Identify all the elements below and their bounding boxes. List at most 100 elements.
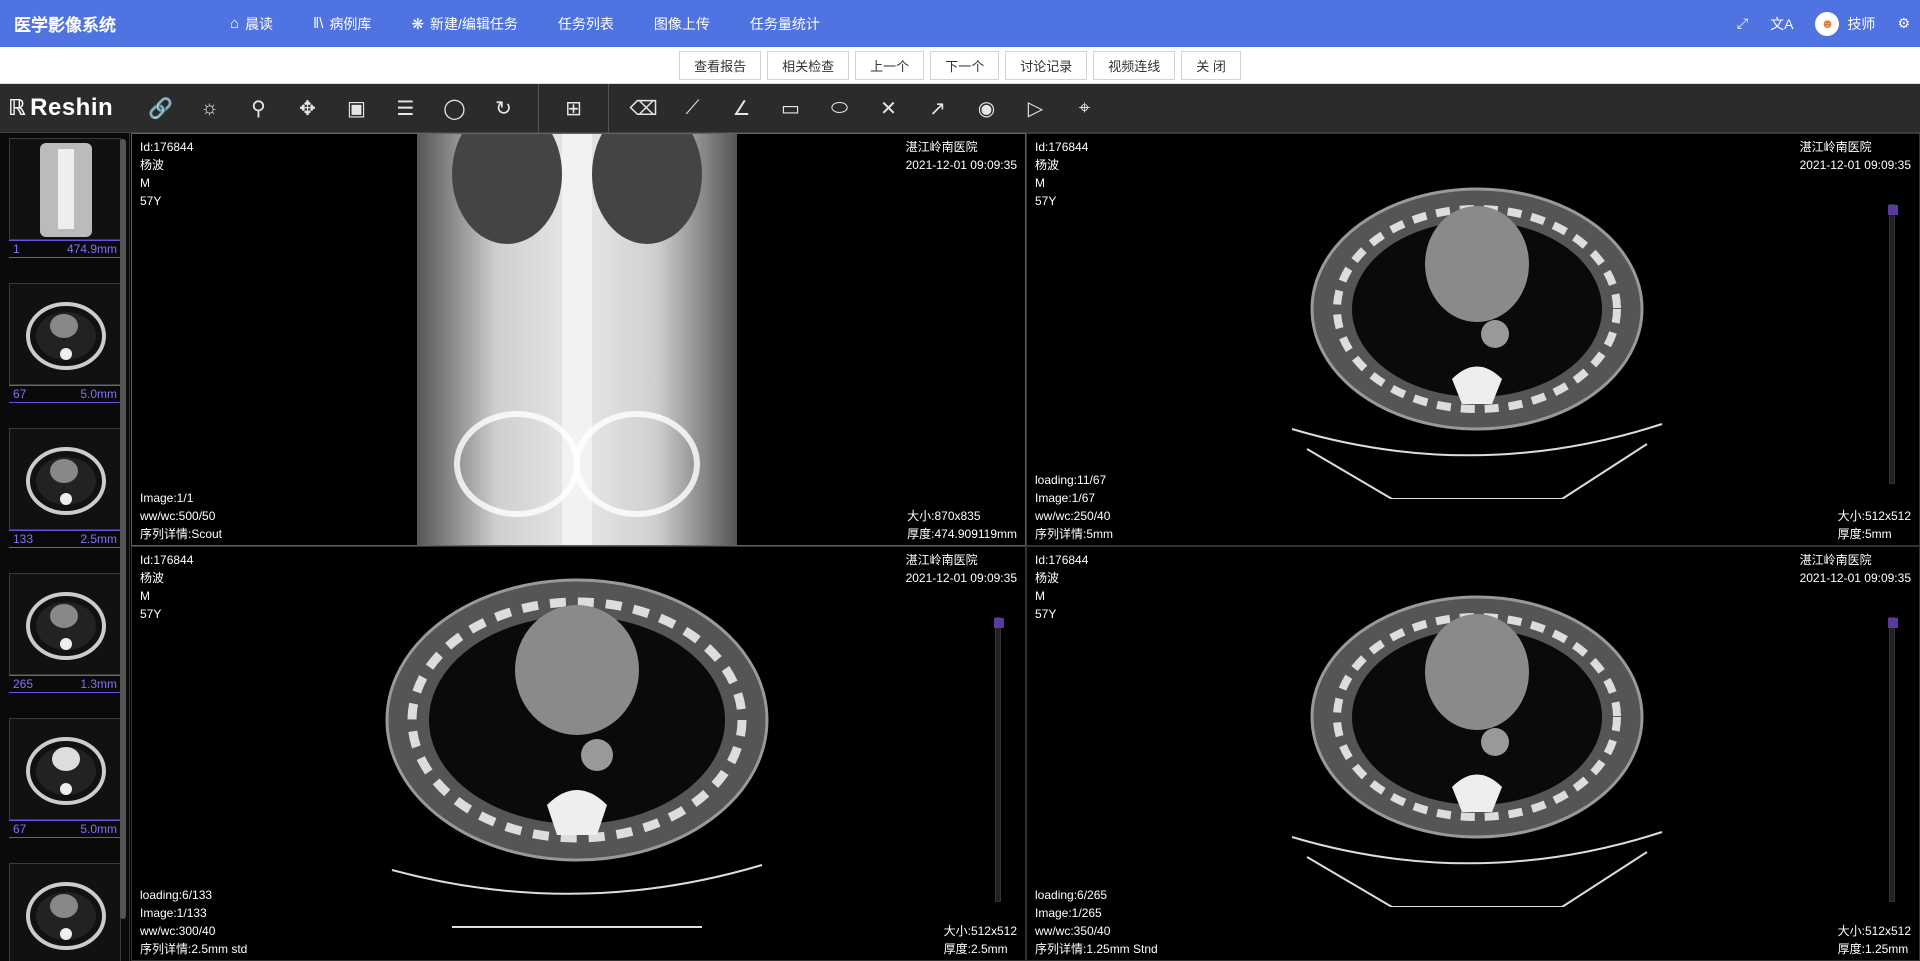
slice-thickness: 厚度:5mm: [1837, 527, 1892, 541]
thumbnail-count: 67: [13, 822, 27, 836]
overlay-bottom-right: 大小:870x835 厚度:474.909119mm: [907, 507, 1017, 543]
thumbnail-image: [9, 573, 121, 675]
slice-slider[interactable]: [994, 617, 1004, 902]
slice-slider[interactable]: [1888, 204, 1898, 484]
nav-item-case-library[interactable]: ‖\ 病例库: [293, 0, 391, 47]
pan-icon[interactable]: ✥: [283, 84, 332, 133]
crosshair-icon[interactable]: ⌖: [1060, 84, 1109, 133]
eraser-icon[interactable]: ⌫: [619, 84, 668, 133]
line-icon[interactable]: ⟋: [668, 84, 717, 133]
image-icon[interactable]: ▣: [332, 84, 381, 133]
settings-icon[interactable]: ⚙: [1897, 15, 1910, 32]
toolbar-divider: [608, 83, 609, 133]
thumbnail-count: 133: [13, 532, 34, 546]
reshin-mark-icon: ℝ: [8, 95, 27, 120]
patient-age: 57Y: [140, 607, 162, 621]
patient-sex: M: [140, 589, 150, 603]
series-thumbnail[interactable]: [9, 863, 121, 961]
thumbnail-thickness: 1.3mm: [80, 677, 117, 691]
patient-id: Id:176844: [140, 553, 194, 567]
series-thumbnail[interactable]: 265 1.3mm: [9, 573, 121, 693]
fullscreen-icon[interactable]: ⤢: [1737, 15, 1748, 32]
nav-item-morning-read[interactable]: ⌂ 晨读: [210, 0, 293, 47]
thumbnail-thickness: 2.5mm: [80, 532, 117, 546]
previous-button[interactable]: 上一个: [855, 50, 925, 80]
logo-text: Reshin: [30, 94, 114, 121]
window-level-icon[interactable]: ☼: [185, 84, 234, 133]
play-icon[interactable]: ▷: [1011, 84, 1060, 133]
slice-thickness: 厚度:1.25mm: [1837, 942, 1909, 956]
thumbnail-image: [9, 863, 121, 961]
loading-status: loading:11/67: [1035, 473, 1107, 487]
magnify-icon[interactable]: ◯: [430, 84, 479, 133]
overlay-bottom-left: loading:6/133 Image:1/133 ww/wc:300/40 序…: [140, 886, 247, 958]
viewport-ct-2-5mm[interactable]: Id:176844 杨波 M 57Y 湛江岭南医院 2021-12-01 09:…: [131, 546, 1026, 961]
user-name: 技师: [1847, 15, 1876, 32]
close-button[interactable]: 关 闭: [1181, 50, 1241, 80]
hospital-name: 湛江岭南医院: [1799, 140, 1872, 154]
link-icon[interactable]: 🔗: [136, 84, 185, 133]
avatar: ☻: [1815, 11, 1840, 36]
viewport-ct-5mm[interactable]: Id:176844 杨波 M 57Y 湛江岭南医院 2021-12-01 09:…: [1026, 133, 1920, 546]
scout-xray-image: [417, 134, 737, 545]
rectangle-icon[interactable]: ▭: [766, 84, 815, 133]
image-index: Image:1/67: [1035, 491, 1096, 505]
overlay-top-right: 湛江岭南医院 2021-12-01 09:09:35: [906, 138, 1017, 174]
overlay-top-left: Id:176844 杨波 M 57Y: [140, 551, 193, 623]
overlay-bottom-left: Image:1/1 ww/wc:500/50 序列详情:Scout: [140, 489, 222, 543]
video-call-button[interactable]: 视频连线: [1093, 50, 1176, 80]
series-thumbnail[interactable]: 133 2.5mm: [9, 428, 121, 548]
overlay-top-right: 湛江岭南医院 2021-12-01 09:09:35: [1800, 551, 1911, 587]
user-menu[interactable]: ☻ 技师: [1815, 11, 1876, 36]
rotate-icon[interactable]: ↻: [479, 84, 528, 133]
overlay-top-left: Id:176844 杨波 M 57Y: [140, 138, 193, 210]
nav-label: 晨读: [245, 15, 274, 32]
top-navbar: 医学影像系统 ⌂ 晨读 ‖\ 病例库 ❋ 新建/编辑任务 任务列表 图像上传 任…: [0, 0, 1920, 47]
viewport-ct-1-25mm[interactable]: Id:176844 杨波 M 57Y 湛江岭南医院 2021-12-01 09:…: [1026, 546, 1920, 961]
patient-name: 杨波: [1035, 571, 1060, 585]
slice-thickness: 厚度:2.5mm: [943, 942, 1008, 956]
overlay-bottom-left: loading:11/67 Image:1/67 ww/wc:250/40 序列…: [1035, 471, 1113, 543]
thumbnail-info: 133 2.5mm: [9, 530, 121, 548]
angle-icon[interactable]: ∠: [717, 84, 766, 133]
record-icon[interactable]: ◉: [962, 84, 1011, 133]
nav-item-task-list[interactable]: 任务列表: [538, 0, 634, 47]
series-thumbnail[interactable]: 67 5.0mm: [9, 283, 121, 403]
series-details: 序列详情:5mm: [1035, 527, 1114, 541]
toolbar-divider: [538, 83, 539, 133]
nav-item-new-edit-task[interactable]: ❋ 新建/编辑任务: [391, 0, 537, 47]
slice-slider-thumb[interactable]: [1888, 205, 1898, 215]
thumbnail-image: [9, 138, 121, 240]
view-report-button[interactable]: 查看报告: [679, 50, 762, 80]
patient-age: 57Y: [1035, 194, 1057, 208]
slice-slider[interactable]: [1888, 617, 1898, 902]
thumbnail-thickness: 5.0mm: [80, 387, 117, 401]
series-thumbnail[interactable]: 67 5.0mm: [9, 718, 121, 838]
list-settings-icon[interactable]: ☰: [381, 84, 430, 133]
thumbnail-scrollbar[interactable]: [120, 139, 126, 919]
thumbnail-thickness: 5.0mm: [80, 822, 117, 836]
image-size: 大小:512x512: [943, 924, 1017, 938]
slice-slider-thumb[interactable]: [1888, 618, 1898, 628]
arrow-icon[interactable]: ↗: [913, 84, 962, 133]
patient-name: 杨波: [140, 158, 165, 172]
study-datetime: 2021-12-01 09:09:35: [1799, 158, 1911, 172]
zoom-icon[interactable]: ⚲: [234, 84, 283, 133]
translate-icon[interactable]: 文A: [1770, 14, 1793, 34]
loading-status: loading:6/133: [140, 888, 213, 902]
nav-item-image-upload[interactable]: 图像上传: [634, 0, 730, 47]
thumbnail-info: 1 474.9mm: [9, 240, 121, 258]
next-button[interactable]: 下一个: [930, 50, 1000, 80]
layout-grid-icon[interactable]: ⊞: [549, 84, 598, 133]
viewport-scout[interactable]: Id:176844 杨波 M 57Y 湛江岭南医院 2021-12-01 09:…: [131, 133, 1026, 546]
slice-slider-thumb[interactable]: [994, 618, 1004, 628]
nav-item-task-stats[interactable]: 任务量统计: [730, 0, 840, 47]
related-exams-button[interactable]: 相关检查: [767, 50, 850, 80]
discussion-log-button[interactable]: 讨论记录: [1005, 50, 1088, 80]
ellipse-icon[interactable]: ⬭: [815, 84, 864, 133]
series-thumbnail[interactable]: 1 474.9mm: [9, 138, 121, 258]
reshin-logo: ℝ Reshin: [0, 94, 136, 122]
cross-icon[interactable]: ✕: [864, 84, 913, 133]
series-thumbnail-panel: 1 474.9mm 67 5.0mm 133 2.5mm 265 1.3mm 6…: [0, 133, 130, 961]
image-index: Image:1/1: [140, 491, 194, 505]
